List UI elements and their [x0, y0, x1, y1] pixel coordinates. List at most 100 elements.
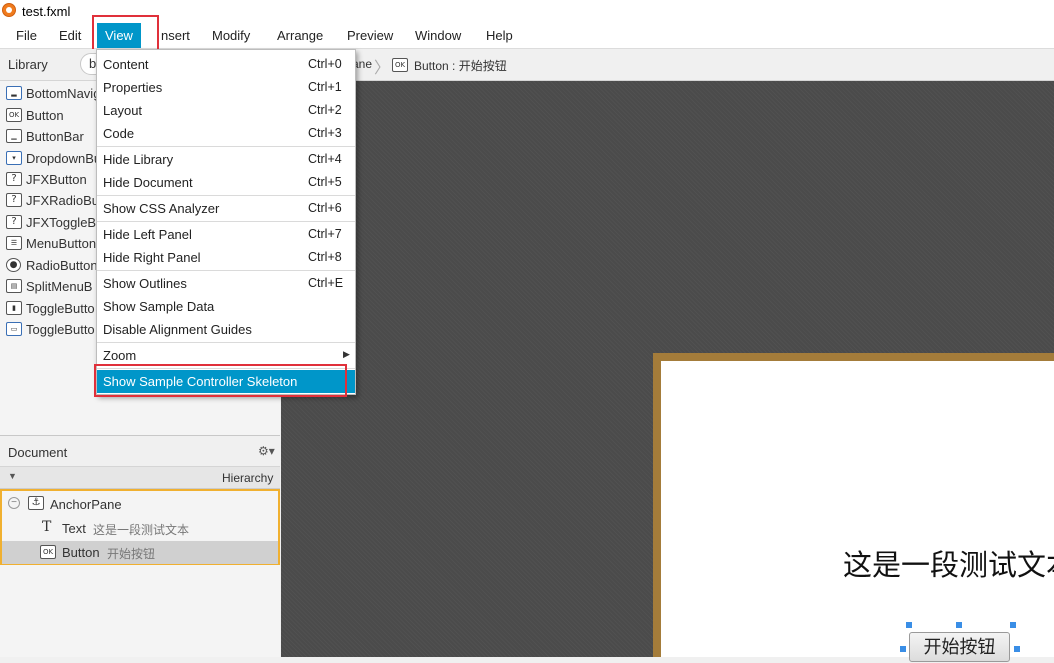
library-item-label: ToggleButto [26, 322, 95, 337]
tree-item-anchorpane[interactable]: − ⚓ AnchorPane [2, 493, 278, 516]
hierarchy-tree: − ⚓ AnchorPane T Text 这是一段测试文本 OK Button… [0, 489, 280, 565]
menu-item-shortcut: Ctrl+E [308, 276, 344, 290]
gear-icon[interactable]: ⚙▾ [258, 444, 275, 458]
hierarchy-title: Hierarchy [222, 471, 274, 485]
breadcrumb: ane 〉 OK Button : 开始按钮 [280, 49, 1054, 81]
menu-item-content[interactable]: Content Ctrl+0 [97, 53, 355, 76]
menu-item-label: Hide Right Panel [103, 250, 201, 265]
hierarchy-header[interactable]: ▼ Hierarchy [0, 467, 280, 489]
menu-item-code[interactable]: Code Ctrl+3 [97, 122, 355, 145]
menu-modify[interactable]: Modify [212, 23, 250, 48]
menu-item-label: Hide Document [103, 175, 193, 190]
tree-item-type: Text [62, 521, 86, 536]
menu-item-shortcut: Ctrl+8 [308, 250, 342, 264]
menu-item-hide-library[interactable]: Hide Library Ctrl+4 [97, 148, 355, 171]
collapse-toggle-icon[interactable]: − [8, 497, 20, 509]
menu-item-label: Hide Library [103, 152, 174, 167]
menu-edit[interactable]: Edit [59, 23, 81, 48]
library-item-label: Button [26, 108, 64, 123]
library-item-label: DropdownBu [26, 151, 102, 166]
menu-separator [97, 195, 355, 196]
anchor-pane-icon: ⚓ [28, 496, 44, 510]
menu-item-hide-left-panel[interactable]: Hide Left Panel Ctrl+7 [97, 223, 355, 246]
menu-item-zoom[interactable]: Zoom ▶ [97, 344, 355, 367]
resize-handle[interactable] [900, 646, 906, 652]
text-node-icon: T [42, 519, 52, 535]
resize-handle[interactable] [1014, 646, 1020, 652]
breadcrumb-item-button[interactable]: Button : 开始按钮 [414, 57, 507, 74]
menu-item-label: Show Sample Data [103, 299, 215, 314]
resize-handle[interactable] [906, 622, 912, 628]
menu-item-label: Layout [103, 103, 143, 118]
tree-item-text[interactable]: T Text 这是一段测试文本 [2, 517, 278, 540]
menu-help[interactable]: Help [486, 23, 513, 48]
button-ok-icon: OK [6, 108, 22, 122]
document-header: Document ⚙▾ [0, 435, 280, 467]
menu-item-label: Properties [103, 80, 163, 95]
menu-item-shortcut: Ctrl+2 [308, 103, 342, 117]
button-ok-icon: OK [40, 545, 56, 559]
window-title: test.fxml [22, 4, 71, 19]
menu-item-label: Show Outlines [103, 276, 187, 291]
view-menu-dropdown: Content Ctrl+0 Properties Ctrl+1 Layout Ctr… [96, 49, 356, 395]
library-item-label: BottomNavig [26, 86, 101, 101]
library-title: Library [8, 57, 48, 72]
menu-separator [97, 221, 355, 222]
menu-item-label: Show CSS Analyzer [103, 201, 220, 216]
menu-preview[interactable]: Preview [347, 23, 393, 48]
menu-file[interactable]: File [16, 23, 37, 48]
toggle-button-icon: ▮ [6, 301, 22, 315]
menu-view[interactable]: View [97, 23, 141, 48]
anchorpane-content[interactable] [661, 361, 1054, 657]
menu-item-layout[interactable]: Layout Ctrl+2 [97, 99, 355, 122]
menu-separator [97, 342, 355, 343]
radio-button-icon: ● [6, 258, 21, 272]
canvas-text-node[interactable]: 这是一段测试文本 [843, 542, 1054, 584]
collapse-arrow-icon[interactable]: ▼ [8, 471, 17, 481]
menu-item-show-css-analyzer[interactable]: Show CSS Analyzer Ctrl+6 [97, 197, 355, 220]
menu-arrange[interactable]: Arrange [277, 23, 323, 48]
menu-separator [97, 270, 355, 271]
library-item-label: ToggleButto [26, 301, 95, 316]
menu-item-hide-right-panel[interactable]: Hide Right Panel Ctrl+8 [97, 246, 355, 269]
menu-window[interactable]: Window [415, 23, 461, 48]
dropdown-button-icon: ▾ [6, 151, 22, 165]
canvas-button[interactable]: 开始按钮 [909, 632, 1010, 662]
menu-item-label: Code [103, 126, 135, 141]
document-title: Document [8, 445, 68, 460]
tree-item-type: Button [62, 545, 100, 560]
library-item-label: JFXToggleB [26, 215, 97, 230]
menu-insert[interactable]: nsert [161, 23, 190, 48]
resize-handle[interactable] [956, 622, 962, 628]
button-ok-icon: OK [392, 58, 408, 72]
split-menu-button-icon: ▤ [6, 279, 22, 293]
scene-builder-logo-icon [2, 3, 16, 17]
menu-item-label: Show Sample Controller Skeleton [103, 374, 298, 389]
menu-item-shortcut: Ctrl+4 [308, 152, 342, 166]
library-item-label: JFXRadioBu [26, 193, 99, 208]
tree-item-button[interactable]: OK Button 开始按钮 [2, 541, 278, 564]
tree-item-value: 这是一段测试文本 [93, 523, 190, 537]
library-item-label: MenuButton [26, 236, 97, 251]
menu-separator [97, 146, 355, 147]
menu-item-show-sample-controller-skeleton[interactable]: Show Sample Controller Skeleton [97, 370, 355, 393]
title-bar: test.fxml [0, 0, 1054, 23]
unknown-component-icon: ? [6, 215, 22, 229]
menu-item-label: Content [103, 57, 149, 72]
resize-handle[interactable] [1010, 622, 1016, 628]
menu-item-label: Disable Alignment Guides [103, 322, 252, 337]
submenu-arrow-icon: ▶ [343, 349, 350, 359]
menu-item-hide-document[interactable]: Hide Document Ctrl+5 [97, 171, 355, 194]
chevron-right-icon: 〉 [374, 60, 391, 77]
button-bar-icon: ▁ [6, 129, 22, 143]
menu-item-show-sample-data[interactable]: Show Sample Data [97, 295, 355, 318]
menu-item-show-outlines[interactable]: Show Outlines Ctrl+E [97, 272, 355, 295]
library-item-label: RadioButton [26, 258, 98, 273]
menu-item-properties[interactable]: Properties Ctrl+1 [97, 76, 355, 99]
menu-separator [97, 368, 355, 369]
menu-button-icon: ☰ [6, 236, 22, 250]
menu-item-disable-alignment-guides[interactable]: Disable Alignment Guides [97, 318, 355, 341]
unknown-component-icon: ? [6, 193, 22, 207]
tree-item-value: 开始按钮 [107, 547, 156, 561]
menu-item-shortcut: Ctrl+7 [308, 227, 342, 241]
